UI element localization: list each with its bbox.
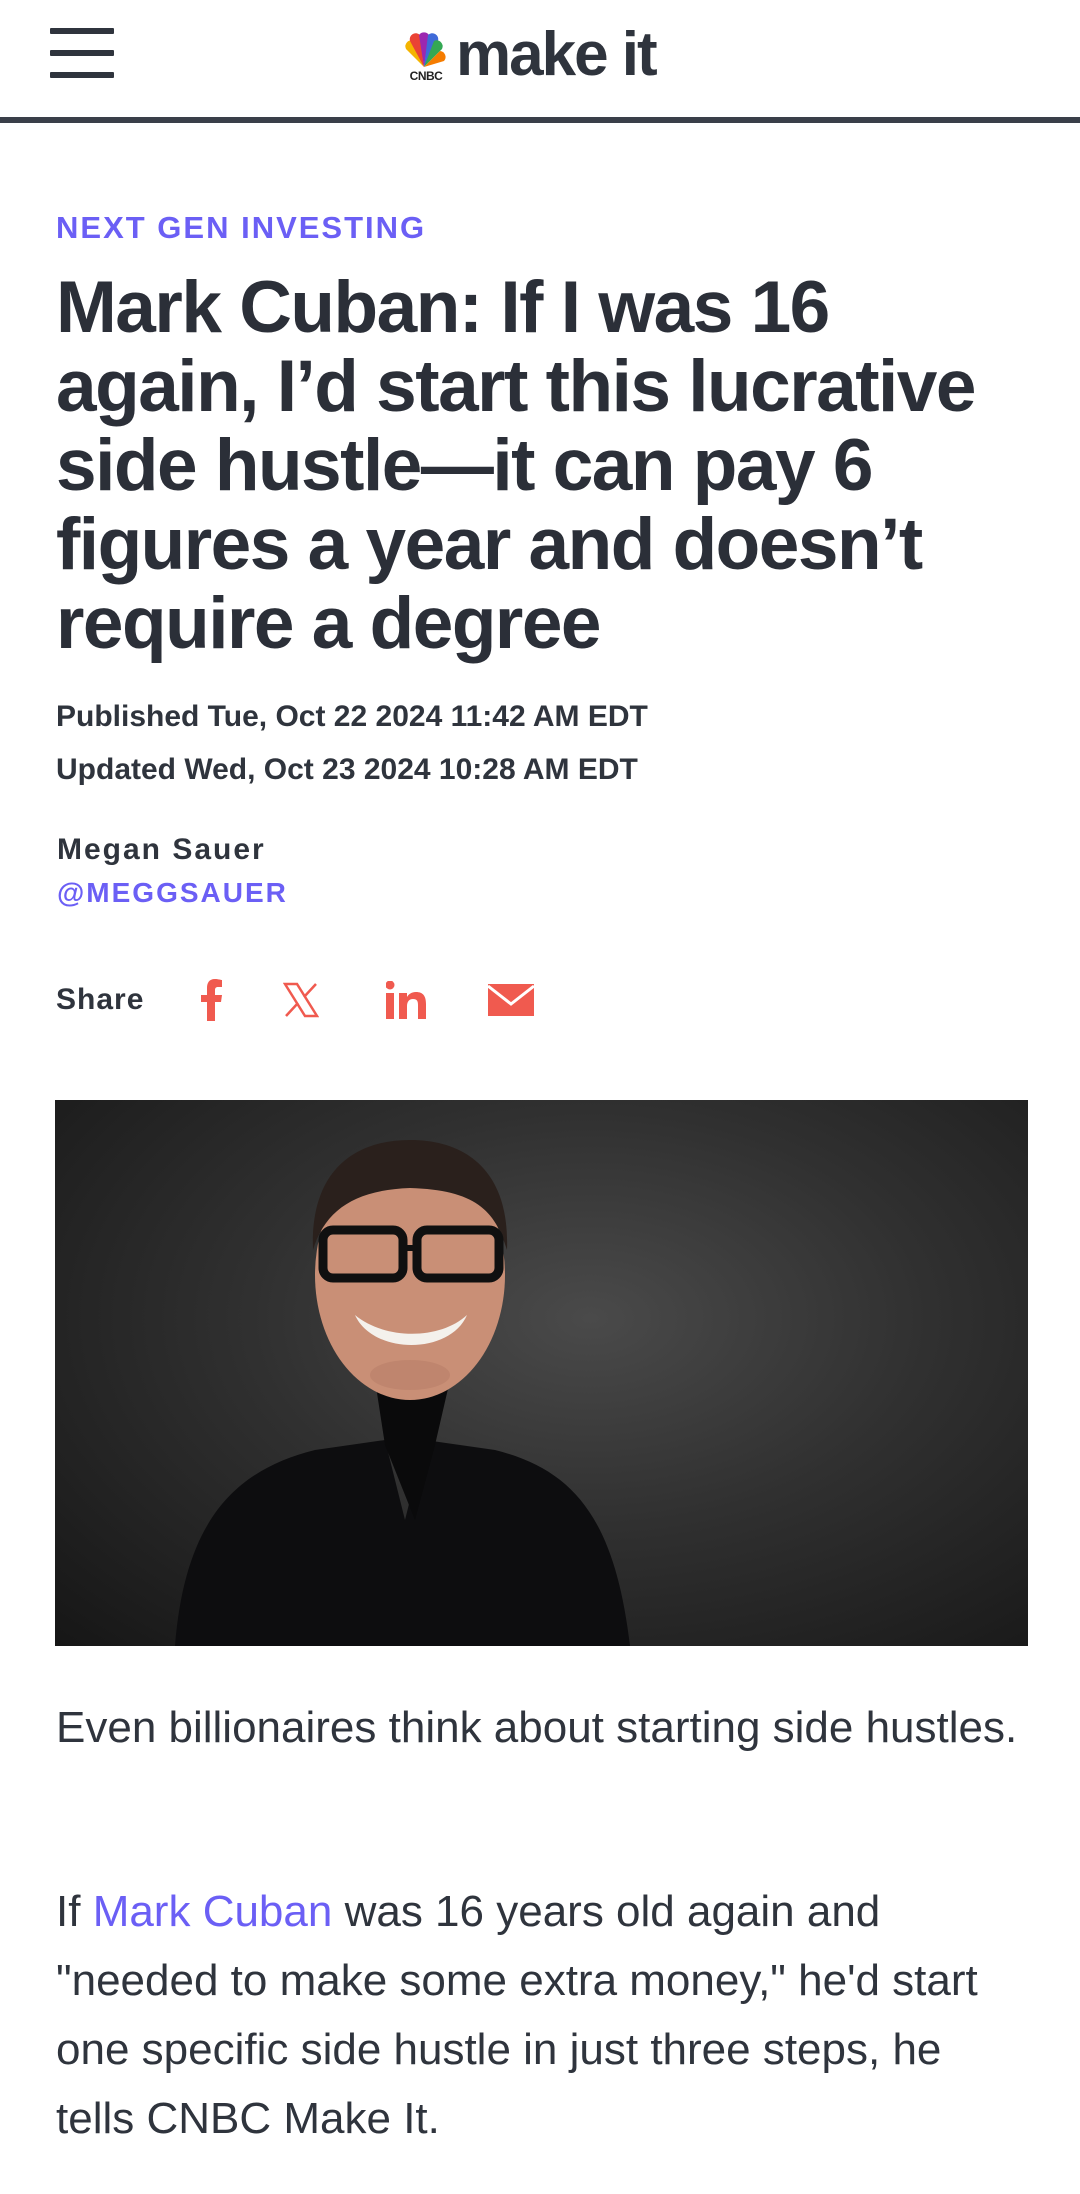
paragraph-prefix: If	[56, 1887, 93, 1936]
facebook-icon[interactable]	[186, 975, 236, 1025]
published-date: Published Tue, Oct 22 2024 11:42 AM EDT	[56, 700, 648, 733]
mark-cuban-portrait	[175, 1140, 630, 1646]
article-paragraph-1: Even billionaires think about starting s…	[56, 1703, 1018, 1752]
site-header: CNBC make it	[0, 0, 1080, 123]
share-bar: Share	[56, 975, 656, 1025]
author-name[interactable]: Megan Sauer	[57, 833, 266, 867]
share-label: Share	[56, 983, 145, 1016]
logo-wordmark: make it	[456, 20, 658, 89]
cnbc-peacock-icon: CNBC	[400, 31, 448, 83]
mark-cuban-link[interactable]: Mark Cuban	[93, 1887, 333, 1936]
article-kicker[interactable]: NEXT GEN INVESTING	[56, 210, 426, 246]
article-headline: Mark Cuban: If I was 16 again, I’d start…	[56, 267, 977, 664]
article-paragraph-2: If Mark Cuban was 16 years old again and…	[56, 1877, 1024, 2153]
email-icon[interactable]	[486, 975, 536, 1025]
x-icon[interactable]	[276, 975, 326, 1025]
hero-image	[55, 1100, 1028, 1646]
linkedin-icon[interactable]	[381, 975, 431, 1025]
site-logo[interactable]: CNBC make it	[400, 20, 658, 90]
updated-date: Updated Wed, Oct 23 2024 10:28 AM EDT	[56, 753, 638, 786]
hamburger-menu-icon[interactable]	[50, 28, 118, 78]
author-handle[interactable]: @MEGGSAUER	[57, 877, 288, 909]
